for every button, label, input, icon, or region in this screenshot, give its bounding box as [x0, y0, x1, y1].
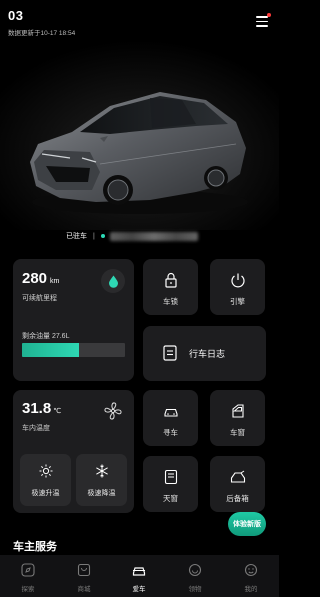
car-illustration [0, 40, 279, 230]
fuel-level-fill [22, 343, 79, 357]
trunk-icon [230, 470, 245, 483]
car-lock-label: 车锁 [163, 297, 178, 306]
fuel-drop-icon [101, 269, 125, 293]
car-name[interactable]: 03 [8, 8, 75, 23]
tab-gifts[interactable]: 领物 [167, 555, 223, 597]
fan-icon[interactable] [102, 400, 124, 422]
menu-icon-bar [256, 20, 268, 22]
store-icon [77, 563, 91, 577]
parking-status: 已驻车 | [66, 229, 198, 243]
new-version-button[interactable]: 体验新版 [228, 512, 266, 536]
range-unit: km [50, 278, 60, 285]
windows-label: 车窗 [230, 428, 245, 437]
engine-label: 引擎 [230, 297, 245, 306]
fuel-remaining-label: 剩余油量 27.6L [22, 333, 70, 340]
power-icon [230, 273, 245, 288]
header: 03 数据更新于10-17 18:54 [8, 8, 75, 37]
sunroof-label: 天窗 [163, 494, 178, 503]
update-time: 数据更新于10-17 18:54 [8, 30, 76, 37]
menu-button[interactable] [256, 13, 271, 27]
lock-icon [164, 272, 177, 288]
temperature-unit: ℃ [53, 408, 62, 415]
quick-heat-label: 极速升温 [31, 490, 60, 497]
range-value: 280 km [22, 270, 59, 287]
status-separator: | [93, 232, 95, 240]
quick-cool-button[interactable]: 极速降温 [76, 454, 127, 506]
find-car-label: 寻车 [163, 428, 178, 437]
owner-services-title: 车主服务 [13, 541, 57, 553]
menu-icon-bar [256, 25, 268, 27]
parked-label: 已驻车 [66, 233, 87, 240]
trunk-label: 后备箱 [226, 494, 249, 503]
find-car-button[interactable]: 寻车 [143, 390, 198, 446]
sunroof-button[interactable]: 天窗 [143, 456, 198, 512]
menu-icon [256, 16, 268, 18]
notification-dot [267, 13, 271, 17]
location-address-redacted [109, 231, 198, 241]
range-label: 可续航里程 [22, 295, 57, 302]
climate-card[interactable]: 31.8 ℃ 车内温度 极速升温 极速降温 [13, 390, 134, 513]
tab-gifts-label: 领物 [188, 586, 202, 593]
tab-store-label: 商城 [77, 586, 91, 593]
profile-icon [244, 563, 258, 577]
car-lock-button[interactable]: 车锁 [143, 259, 198, 315]
quick-heat-button[interactable]: 极速升温 [20, 454, 71, 506]
temperature-label: 车内温度 [22, 425, 50, 432]
compass-icon [21, 563, 35, 577]
car-image[interactable] [0, 40, 279, 230]
tab-profile[interactable]: 我的 [223, 555, 279, 597]
snowflake-icon [95, 464, 108, 478]
fuel-level-bar [22, 343, 125, 357]
temperature-number: 31.8 [22, 400, 52, 417]
range-number: 280 [22, 270, 48, 287]
document-icon [163, 345, 177, 361]
tab-explore-label: 探索 [21, 586, 35, 593]
windows-button[interactable]: 车窗 [210, 390, 265, 446]
tab-my-car[interactable]: 爱车 [111, 555, 167, 597]
cabin-temperature: 31.8 ℃ [22, 400, 61, 417]
trip-log-button[interactable]: 行车日志 [143, 326, 266, 381]
sunroof-icon [164, 469, 177, 485]
gift-icon [188, 563, 202, 577]
trunk-button[interactable]: 后备箱 [210, 456, 265, 512]
tab-my-car-label: 爱车 [132, 586, 146, 593]
tab-explore[interactable]: 探索 [0, 555, 56, 597]
engine-button[interactable]: 引擎 [210, 259, 265, 315]
sun-icon [39, 464, 52, 478]
quick-cool-label: 极速降温 [87, 490, 116, 497]
fuel-card[interactable]: 280 km 可续航里程 剩余油量 27.6L [13, 259, 134, 381]
car-window-icon [231, 404, 244, 418]
bottom-tab-bar: 探索 商城 爱车 领物 我的 [0, 555, 279, 597]
find-car-icon [163, 408, 178, 417]
car-icon [132, 567, 146, 576]
trip-log-label: 行车日志 [189, 349, 226, 359]
location-dot-icon [100, 234, 105, 238]
tab-profile-label: 我的 [244, 586, 258, 593]
tab-store[interactable]: 商城 [56, 555, 112, 597]
